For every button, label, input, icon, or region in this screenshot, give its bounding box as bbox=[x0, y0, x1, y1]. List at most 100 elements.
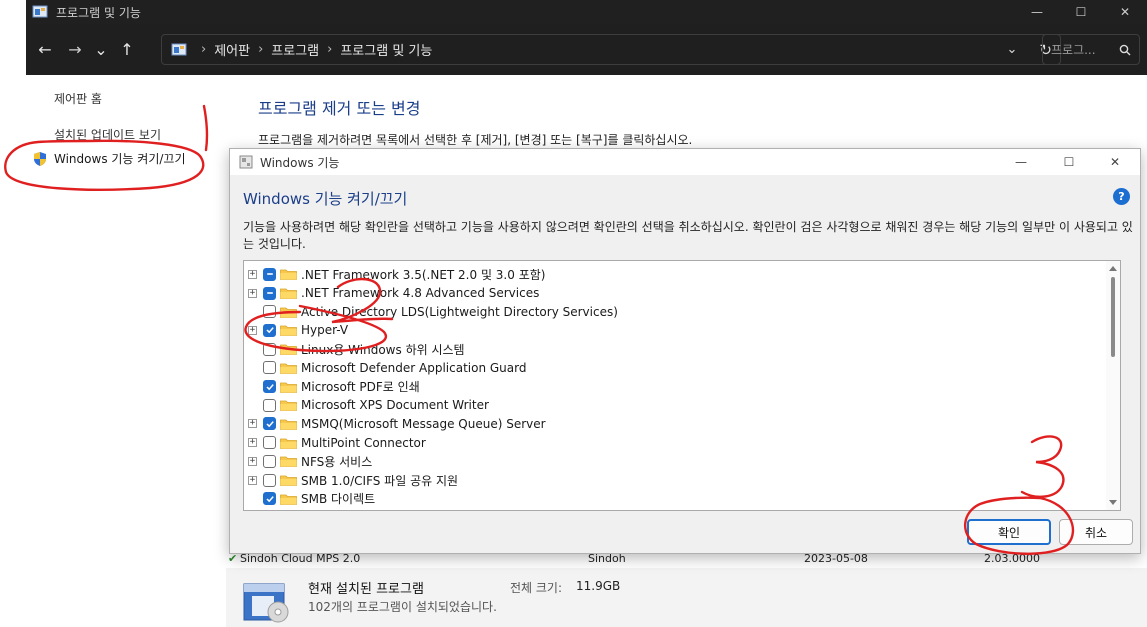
shield-icon bbox=[34, 151, 46, 166]
back-arrow-icon[interactable]: ← bbox=[30, 35, 60, 65]
folder-icon bbox=[280, 288, 297, 299]
feature-item[interactable]: + Hyper-V bbox=[244, 321, 1104, 340]
feature-item[interactable]: + .NET Framework 3.5(.NET 2.0 및 3.0 포함) bbox=[244, 265, 1104, 284]
feature-label: Hyper-V bbox=[301, 323, 349, 338]
dialog-description: 기능을 사용하려면 해당 확인란을 선택하고 기능을 사용하지 않으려면 확인란… bbox=[243, 220, 1133, 251]
feature-checkbox[interactable] bbox=[263, 361, 276, 375]
feature-item[interactable]: Microsoft PDF로 인쇄 bbox=[244, 377, 1104, 396]
up-arrow-icon[interactable]: ↑ bbox=[112, 35, 142, 65]
feature-item[interactable]: + MSMQ(Microsoft Message Queue) Server bbox=[244, 415, 1104, 434]
installer-package-icon bbox=[243, 583, 289, 623]
feature-item[interactable]: Microsoft Defender Application Guard bbox=[244, 359, 1104, 378]
feature-checkbox[interactable] bbox=[263, 492, 276, 506]
close-button[interactable]: ✕ bbox=[1103, 0, 1147, 24]
breadcrumb-separator-icon: › bbox=[258, 42, 264, 57]
summary-panel: 현재 설치된 프로그램 102개의 프로그램이 설치되었습니다. 전체 크기: … bbox=[226, 568, 1147, 627]
checkmark-icon bbox=[265, 421, 274, 428]
search-icon bbox=[1119, 44, 1131, 55]
dialog-title: Windows 기능 bbox=[260, 155, 340, 170]
breadcrumb-programs-features[interactable]: 프로그램 및 기능 bbox=[340, 40, 432, 59]
feature-item[interactable]: Active Directory LDS(Lightweight Directo… bbox=[244, 302, 1104, 321]
screen: 프로그램 및 기능 — ☐ ✕ ← → ⌄ ↑ › 제어판 › 프로그램 › 프… bbox=[0, 0, 1147, 627]
breadcrumb-programs[interactable]: 프로그램 bbox=[271, 40, 319, 59]
partial-check-icon bbox=[266, 273, 273, 276]
sidebar-item-home[interactable]: 제어판 홈 bbox=[54, 90, 102, 107]
help-icon[interactable]: ? bbox=[1113, 188, 1130, 205]
summary-size-value: 11.9GB bbox=[576, 579, 621, 593]
page-description: 프로그램을 제거하려면 목록에서 선택한 후 [제거], [변경] 또는 [복구… bbox=[258, 133, 693, 147]
dialog-close-button[interactable]: ✕ bbox=[1092, 149, 1138, 175]
scroll-down-icon[interactable] bbox=[1109, 500, 1117, 505]
minimize-button[interactable]: — bbox=[1015, 0, 1059, 24]
breadcrumb-separator-icon: › bbox=[327, 42, 333, 57]
folder-icon bbox=[280, 363, 297, 374]
sidebar-item-label: Windows 기능 켜기/끄기 bbox=[54, 152, 186, 166]
folder-icon bbox=[280, 494, 297, 505]
expand-icon[interactable]: + bbox=[248, 438, 257, 448]
folder-icon bbox=[280, 382, 297, 393]
scrollbar[interactable] bbox=[1106, 261, 1120, 510]
feature-checkbox[interactable] bbox=[263, 267, 276, 281]
feature-checkbox[interactable] bbox=[263, 380, 276, 394]
folder-icon bbox=[280, 269, 297, 281]
scroll-up-icon[interactable] bbox=[1109, 266, 1117, 271]
expand-icon[interactable]: + bbox=[248, 269, 257, 279]
ok-button[interactable]: 확인 bbox=[967, 519, 1051, 545]
breadcrumb-control-panel[interactable]: 제어판 bbox=[214, 40, 250, 59]
summary-title: 현재 설치된 프로그램 bbox=[308, 582, 424, 597]
feature-item[interactable]: + MultiPoint Connector bbox=[244, 433, 1104, 452]
feature-item[interactable]: + NFS용 서비스 bbox=[244, 452, 1104, 471]
feature-item[interactable]: + SMB 1.0/CIFS 파일 공유 지원 bbox=[244, 471, 1104, 490]
dialog-minimize-button[interactable]: — bbox=[998, 149, 1044, 175]
feature-label: SMB 다이렉트 bbox=[301, 492, 376, 507]
expand-icon[interactable]: + bbox=[248, 475, 257, 485]
feature-label: SMB 1.0/CIFS 파일 공유 지원 bbox=[301, 473, 459, 488]
folder-icon bbox=[280, 475, 297, 486]
folder-icon bbox=[280, 326, 297, 337]
feature-item[interactable]: Microsoft XPS Document Writer bbox=[244, 396, 1104, 415]
summary-count: 102개의 프로그램이 설치되었습니다. bbox=[308, 600, 497, 614]
sidebar-item-windows-features[interactable]: Windows 기능 켜기/끄기 bbox=[32, 150, 185, 167]
feature-checkbox[interactable] bbox=[263, 305, 276, 319]
breadcrumb-separator-icon: › bbox=[201, 42, 207, 57]
maximize-button[interactable]: ☐ bbox=[1059, 0, 1103, 24]
expand-icon[interactable]: + bbox=[248, 419, 257, 429]
control-panel-icon bbox=[32, 5, 48, 18]
recent-locations-icon[interactable]: ⌄ bbox=[90, 35, 112, 65]
feature-label: Microsoft PDF로 인쇄 bbox=[301, 380, 420, 395]
expand-icon[interactable]: + bbox=[248, 288, 257, 298]
expand-icon[interactable]: + bbox=[248, 456, 257, 466]
address-bar[interactable]: › 제어판 › 프로그램 › 프로그램 및 기능 ⌄ ↻ bbox=[161, 34, 1061, 65]
feature-checkbox[interactable] bbox=[263, 398, 276, 412]
feature-item[interactable]: SMB 다이렉트 bbox=[244, 489, 1104, 508]
forward-arrow-icon[interactable]: → bbox=[60, 35, 90, 65]
feature-checkbox[interactable] bbox=[263, 417, 276, 431]
dialog-maximize-button[interactable]: ☐ bbox=[1046, 149, 1092, 175]
feature-label: Linux용 Windows 하위 시스템 bbox=[301, 342, 465, 357]
feature-checkbox[interactable] bbox=[263, 323, 276, 337]
search-input[interactable]: 프로그... bbox=[1042, 34, 1140, 65]
scrollbar-thumb[interactable] bbox=[1111, 277, 1115, 357]
feature-item[interactable]: + .NET Framework 4.8 Advanced Services bbox=[244, 284, 1104, 303]
feature-label: Microsoft Defender Application Guard bbox=[301, 360, 527, 375]
dialog-heading: Windows 기능 켜기/끄기 bbox=[243, 190, 408, 208]
feature-checkbox[interactable] bbox=[263, 286, 276, 300]
windows-features-icon bbox=[239, 155, 253, 169]
address-dropdown-icon[interactable]: ⌄ bbox=[1007, 42, 1018, 57]
feature-label: NFS용 서비스 bbox=[301, 454, 373, 469]
feature-label: MultiPoint Connector bbox=[301, 435, 426, 450]
feature-checkbox[interactable] bbox=[263, 342, 276, 356]
feature-label: Microsoft XPS Document Writer bbox=[301, 398, 489, 413]
feature-checkbox[interactable] bbox=[263, 473, 276, 487]
feature-item[interactable]: Linux용 Windows 하위 시스템 bbox=[244, 340, 1104, 359]
cancel-button[interactable]: 취소 bbox=[1059, 519, 1133, 545]
feature-checkbox[interactable] bbox=[263, 436, 276, 450]
expand-icon[interactable]: + bbox=[248, 325, 257, 335]
sidebar-item-installed-updates[interactable]: 설치된 업데이트 보기 bbox=[54, 126, 161, 143]
feature-checkbox[interactable] bbox=[263, 454, 276, 468]
folder-icon bbox=[280, 419, 297, 430]
feature-tree[interactable]: + .NET Framework 3.5(.NET 2.0 및 3.0 포함) +.… bbox=[243, 260, 1121, 511]
